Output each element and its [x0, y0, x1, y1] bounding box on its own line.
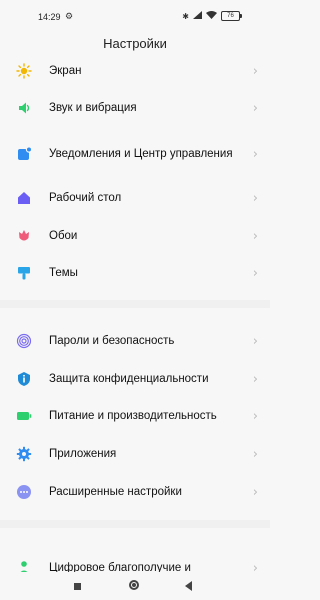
settings-item-sound[interactable]: Звук и вибрация › [0, 91, 270, 125]
chevron-right-icon: › [252, 190, 258, 206]
notification-icon [16, 146, 32, 162]
settings-item-label: Звук и вибрация [49, 101, 137, 114]
settings-item-privacy[interactable]: Защита конфиденциальности › [0, 362, 270, 396]
battery-icon [16, 408, 32, 424]
tulip-icon [16, 228, 32, 244]
settings-item-label: Темы [49, 266, 78, 279]
status-time: 14:29 [38, 12, 61, 22]
settings-item-label: Защита конфиденциальности [49, 372, 209, 385]
settings-item-label: Пароли и безопасность [49, 334, 175, 347]
fingerprint-icon [16, 333, 32, 349]
wifi-icon [206, 11, 217, 21]
battery-indicator: 76 [221, 11, 242, 21]
shield-info-icon [16, 371, 32, 387]
page-title: Настройки [103, 36, 167, 51]
more-dots-icon [16, 484, 32, 500]
settings-item-label: Приложения [49, 447, 117, 460]
brush-icon [16, 265, 32, 281]
navigation-bar [0, 572, 270, 600]
settings-item-additional[interactable]: Расширенные настройки › [0, 475, 270, 509]
chevron-right-icon: › [252, 408, 258, 424]
chevron-right-icon: › [252, 228, 258, 244]
back-icon[interactable] [185, 581, 192, 591]
settings-item-passwords[interactable]: Пароли и безопасность › [0, 324, 270, 358]
status-icons: ✱ 76 [182, 11, 242, 21]
chevron-right-icon: › [252, 100, 258, 116]
settings-item-label: Обои [49, 229, 78, 242]
settings-gear-icon: ⚙ [65, 11, 74, 21]
gear-icon [16, 446, 32, 462]
speaker-icon [16, 100, 32, 116]
recents-icon[interactable] [74, 583, 81, 590]
settings-item-themes[interactable]: Темы › [0, 256, 270, 290]
status-bar: 14:29 ⚙ ✱ 76 [0, 0, 270, 36]
chevron-right-icon: › [252, 63, 258, 79]
chevron-right-icon: › [252, 265, 258, 281]
sun-icon [16, 63, 32, 79]
settings-item-home-screen[interactable]: Рабочий стол › [0, 181, 270, 215]
settings-item-label: Экран [49, 64, 82, 77]
settings-item-apps[interactable]: Приложения › [0, 437, 270, 471]
settings-item-wallpaper[interactable]: Обои › [0, 219, 270, 253]
chevron-right-icon: › [252, 484, 258, 500]
settings-item-label: Рабочий стол [49, 191, 122, 204]
settings-item-notifications[interactable]: Уведомления и Центр управления › [0, 137, 270, 171]
section-divider [0, 300, 270, 308]
chevron-right-icon: › [252, 333, 258, 349]
chevron-right-icon: › [252, 371, 258, 387]
home-button-icon[interactable] [129, 580, 139, 590]
chevron-right-icon: › [252, 446, 258, 462]
signal-icon [193, 11, 202, 21]
settings-item-label: Расширенные настройки [49, 485, 182, 498]
settings-item-label: Питание и производительность [49, 409, 217, 422]
home-icon [16, 190, 32, 206]
section-divider [0, 520, 270, 528]
bluetooth-icon: ✱ [182, 11, 189, 21]
settings-item-battery[interactable]: Питание и производительность › [0, 399, 270, 433]
settings-item-label: Уведомления и Центр управления [49, 147, 233, 160]
chevron-right-icon: › [252, 146, 258, 162]
settings-item-display[interactable]: Экран › [0, 54, 270, 88]
